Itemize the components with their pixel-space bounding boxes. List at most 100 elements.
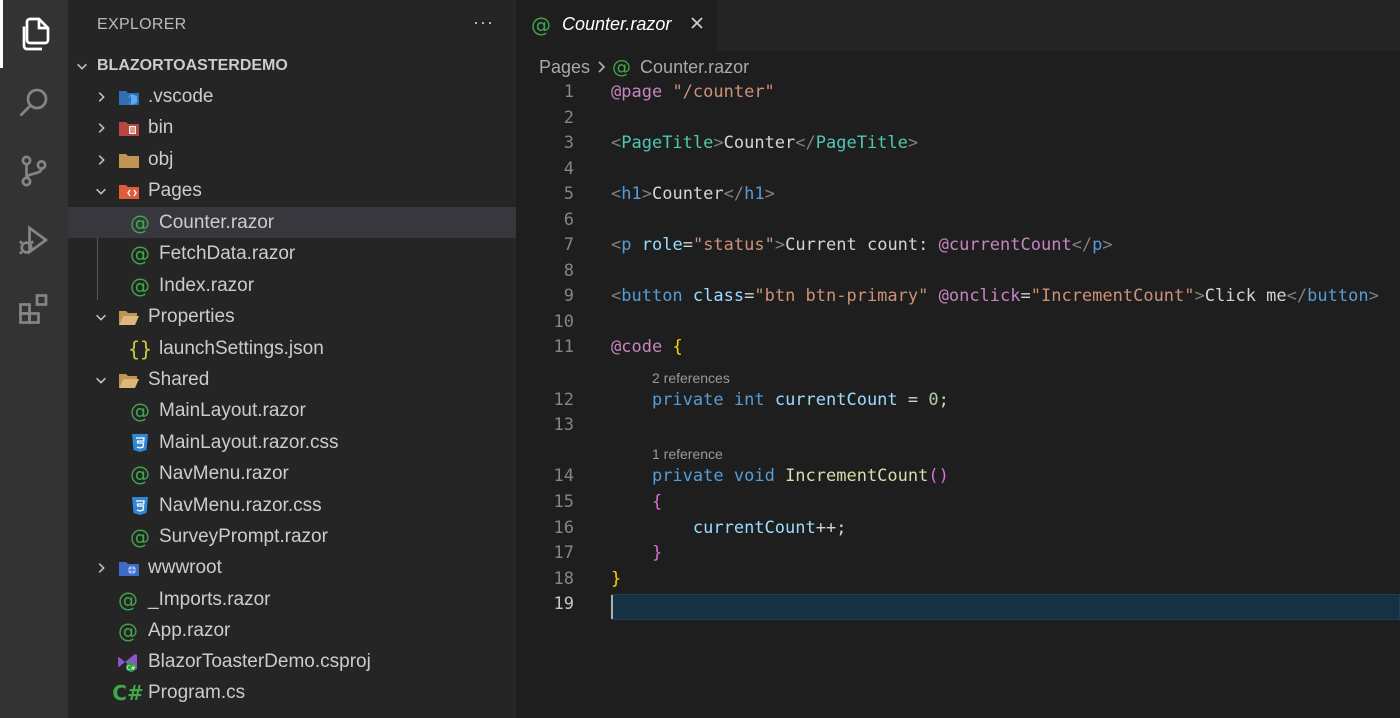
razor-file-icon: @ — [130, 210, 150, 235]
breadcrumb-file[interactable]: Counter.razor — [640, 57, 749, 78]
code-line: 1 @page "/counter" — [516, 80, 1400, 106]
tree-file-navmenu-css[interactable]: NavMenu.razor.css — [68, 490, 516, 521]
tab-bar: @ Counter.razor — [516, 0, 1400, 50]
line-number: 14 — [553, 466, 574, 486]
code-line: 3 <PageTitle>Counter</PageTitle> — [516, 131, 1400, 157]
tree-item-label: App.razor — [148, 619, 231, 641]
razor-file-icon: @ — [130, 524, 150, 549]
breadcrumb-folder[interactable]: Pages — [539, 57, 590, 78]
codelens-references[interactable]: 1 reference — [652, 446, 723, 462]
tree-item-label: Index.razor — [159, 274, 255, 296]
code-line: 19 — [516, 592, 1400, 618]
source-control-icon[interactable] — [0, 137, 68, 205]
code-line: 16 currentCount++; — [516, 516, 1400, 542]
bin-folder-icon — [118, 117, 140, 139]
razor-file-icon: @ — [118, 587, 138, 612]
tree-file-app-razor[interactable]: @ App.razor — [68, 615, 516, 646]
line-number: 10 — [553, 312, 574, 332]
code-line: 7 <p role="status">Current count: @curre… — [516, 233, 1400, 259]
sidebar-header: EXPLORER ··· — [68, 0, 516, 50]
tree-item-label: Program.cs — [148, 681, 246, 703]
tree-folder-properties[interactable]: Properties — [68, 301, 516, 332]
razor-file-icon: @ — [118, 618, 138, 643]
code-line: 6 — [516, 208, 1400, 234]
extensions-icon[interactable] — [0, 275, 68, 343]
tree-item-label: FetchData.razor — [159, 242, 296, 264]
tree-file-imports-razor[interactable]: @ _Imports.razor — [68, 584, 516, 615]
tree-file-mainlayout-css[interactable]: MainLayout.razor.css — [68, 427, 516, 458]
chevron-right-icon — [94, 90, 108, 104]
line-number: 15 — [553, 492, 574, 512]
tree-folder-wwwroot[interactable]: wwwroot — [68, 552, 516, 583]
code-line: 8 — [516, 259, 1400, 285]
csproj-file-icon: C# — [117, 651, 139, 673]
search-icon[interactable] — [0, 68, 68, 136]
csharp-file-icon: C# — [112, 680, 144, 705]
tab-label: Counter.razor — [562, 14, 672, 34]
line-number: 19 — [553, 594, 574, 614]
folder-icon — [118, 149, 140, 171]
tree-item-label: bin — [148, 116, 174, 138]
chevron-right-icon — [94, 153, 108, 167]
chevron-down-icon — [94, 373, 108, 387]
razor-file-icon: @ — [130, 273, 150, 298]
sidebar-title: EXPLORER — [97, 16, 187, 33]
close-icon[interactable] — [688, 14, 706, 32]
codelens-references[interactable]: 2 references — [652, 370, 730, 386]
explorer-icon[interactable] — [0, 0, 68, 68]
more-actions-button[interactable]: ··· — [473, 12, 494, 33]
tree-item-label: Counter.razor — [159, 211, 275, 233]
line-number: 18 — [553, 569, 574, 589]
tree-file-mainlayout-razor[interactable]: @ MainLayout.razor — [68, 395, 516, 426]
tree-folder-pages[interactable]: Pages — [68, 175, 516, 206]
line-number: 4 — [563, 159, 574, 179]
tree-folder-bin[interactable]: bin — [68, 112, 516, 143]
tree-file-program-cs[interactable]: C# Program.cs — [68, 677, 516, 708]
workspace-root-label: BLAZORTOASTERDEMO — [97, 56, 288, 74]
razor-file-icon: @ — [130, 461, 150, 486]
tree-file-index-razor[interactable]: @ Index.razor — [68, 270, 516, 301]
workspace-root[interactable]: BLAZORTOASTERDEMO — [68, 50, 516, 81]
line-number: 13 — [553, 415, 574, 435]
tree-file-counter-razor[interactable]: @ Counter.razor — [68, 207, 516, 238]
vscode-folder-icon — [118, 86, 140, 108]
tree-folder-vscode[interactable]: .vscode — [68, 81, 516, 112]
tree-file-navmenu-razor[interactable]: @ NavMenu.razor — [68, 458, 516, 489]
tab-counter-razor[interactable]: @ Counter.razor — [516, 0, 717, 50]
tree-file-fetchdata-razor[interactable]: @ FetchData.razor — [68, 238, 516, 269]
line-number: 16 — [553, 518, 574, 538]
code-line: 18 } — [516, 567, 1400, 593]
tree-item-label: SurveyPrompt.razor — [159, 525, 328, 547]
activity-bar — [0, 0, 68, 718]
www-folder-icon — [118, 557, 140, 579]
css-file-icon — [129, 432, 151, 454]
tree-item-label: Pages — [148, 179, 202, 201]
line-number: 12 — [553, 390, 574, 410]
razor-file-icon: @ — [531, 13, 551, 37]
razor-file-icon: @ — [130, 398, 150, 423]
tree-file-csproj[interactable]: C# BlazorToasterDemo.csproj — [68, 646, 516, 677]
tree-file-launchsettings-json[interactable]: {} launchSettings.json — [68, 333, 516, 364]
tree-item-label: MainLayout.razor.css — [159, 431, 339, 453]
code-line: 17 } — [516, 541, 1400, 567]
run-debug-icon[interactable] — [0, 206, 68, 274]
open-folder-icon — [118, 369, 140, 391]
code-line: 10 — [516, 310, 1400, 336]
chevron-down-icon — [94, 310, 108, 324]
code-line: 14 private void IncrementCount() — [516, 464, 1400, 490]
code-line: 15 { — [516, 490, 1400, 516]
tree-item-label: BlazorToasterDemo.csproj — [148, 650, 371, 672]
tree-item-label: NavMenu.razor.css — [159, 494, 322, 516]
tree-file-surveyprompt-razor[interactable]: @ SurveyPrompt.razor — [68, 521, 516, 552]
line-number: 6 — [563, 210, 574, 230]
tree-item-label: NavMenu.razor — [159, 462, 289, 484]
code-line: 13 — [516, 413, 1400, 439]
tree-folder-shared[interactable]: Shared — [68, 364, 516, 395]
code-line: 11 @code { — [516, 335, 1400, 361]
tree-folder-obj[interactable]: obj — [68, 144, 516, 175]
razor-file-icon: @ — [130, 241, 150, 266]
tree-item-label: .vscode — [148, 85, 214, 107]
code-line: 2 — [516, 106, 1400, 132]
code-line: 5 <h1>Counter</h1> — [516, 182, 1400, 208]
tree-item-label: MainLayout.razor — [159, 399, 306, 421]
